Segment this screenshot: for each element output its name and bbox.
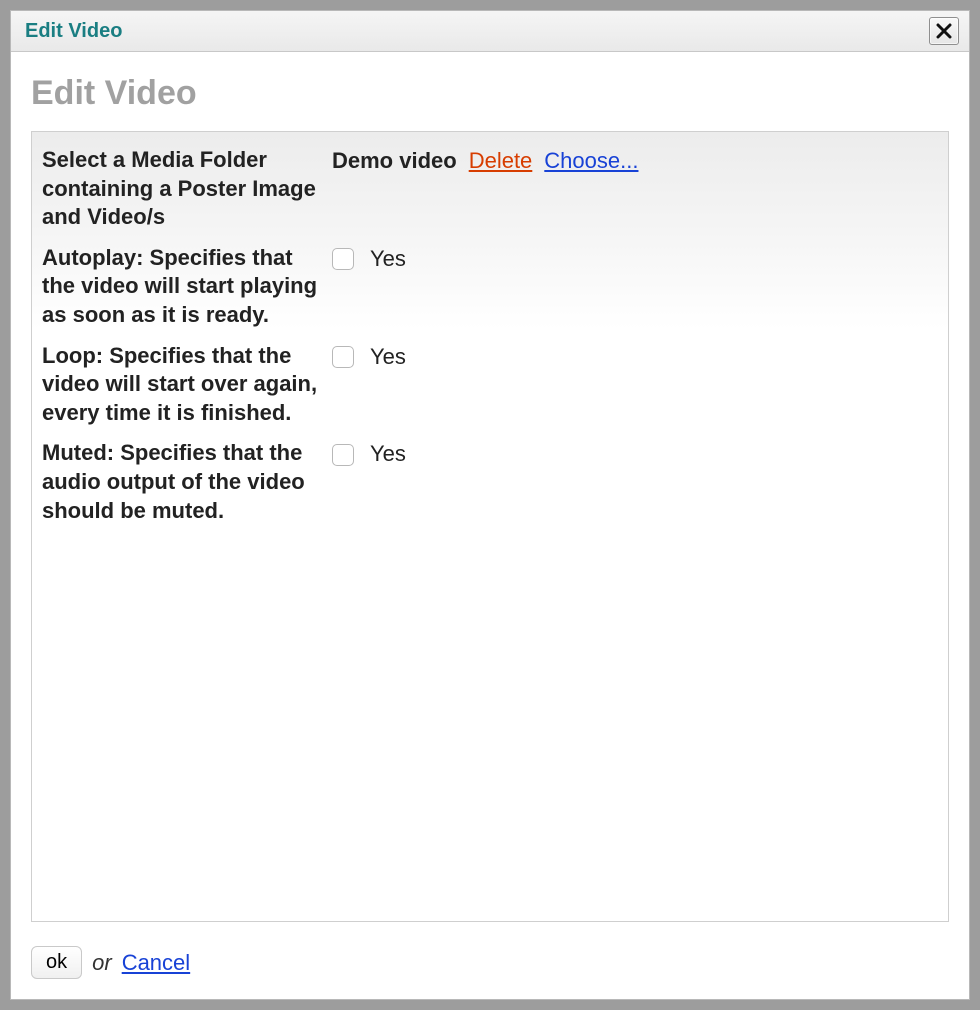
dialog-actions: ok or Cancel (31, 922, 949, 979)
media-folder-label: Select a Media Folder containing a Poste… (42, 146, 332, 232)
cancel-link[interactable]: Cancel (122, 950, 190, 976)
loop-row: Loop: Specifies that the video will star… (42, 336, 938, 434)
loop-checkbox[interactable] (332, 346, 354, 368)
media-folder-row: Select a Media Folder containing a Poste… (42, 140, 938, 238)
ok-button[interactable]: ok (31, 946, 82, 979)
dialog-titlebar: Edit Video (11, 11, 969, 52)
autoplay-checkbox[interactable] (332, 248, 354, 270)
muted-option-label: Yes (370, 439, 406, 470)
muted-label: Muted: Specifies that the audio output o… (42, 439, 332, 525)
close-button[interactable] (929, 17, 959, 45)
close-icon (936, 23, 952, 39)
autoplay-option-label: Yes (370, 244, 406, 275)
autoplay-row: Autoplay: Specifies that the video will … (42, 238, 938, 336)
form-panel: Select a Media Folder containing a Poste… (31, 131, 949, 922)
delete-link[interactable]: Delete (469, 146, 533, 177)
muted-checkbox[interactable] (332, 444, 354, 466)
muted-row: Muted: Specifies that the audio output o… (42, 433, 938, 531)
autoplay-label: Autoplay: Specifies that the video will … (42, 244, 332, 330)
page-heading: Edit Video (31, 74, 949, 113)
loop-option-label: Yes (370, 342, 406, 373)
choose-link[interactable]: Choose... (544, 146, 638, 177)
edit-video-dialog: Edit Video Edit Video Select a Media Fol… (10, 10, 970, 1000)
media-folder-value: Demo video (332, 146, 457, 177)
dialog-title: Edit Video (25, 20, 122, 43)
or-text: or (92, 950, 112, 976)
loop-label: Loop: Specifies that the video will star… (42, 342, 332, 428)
